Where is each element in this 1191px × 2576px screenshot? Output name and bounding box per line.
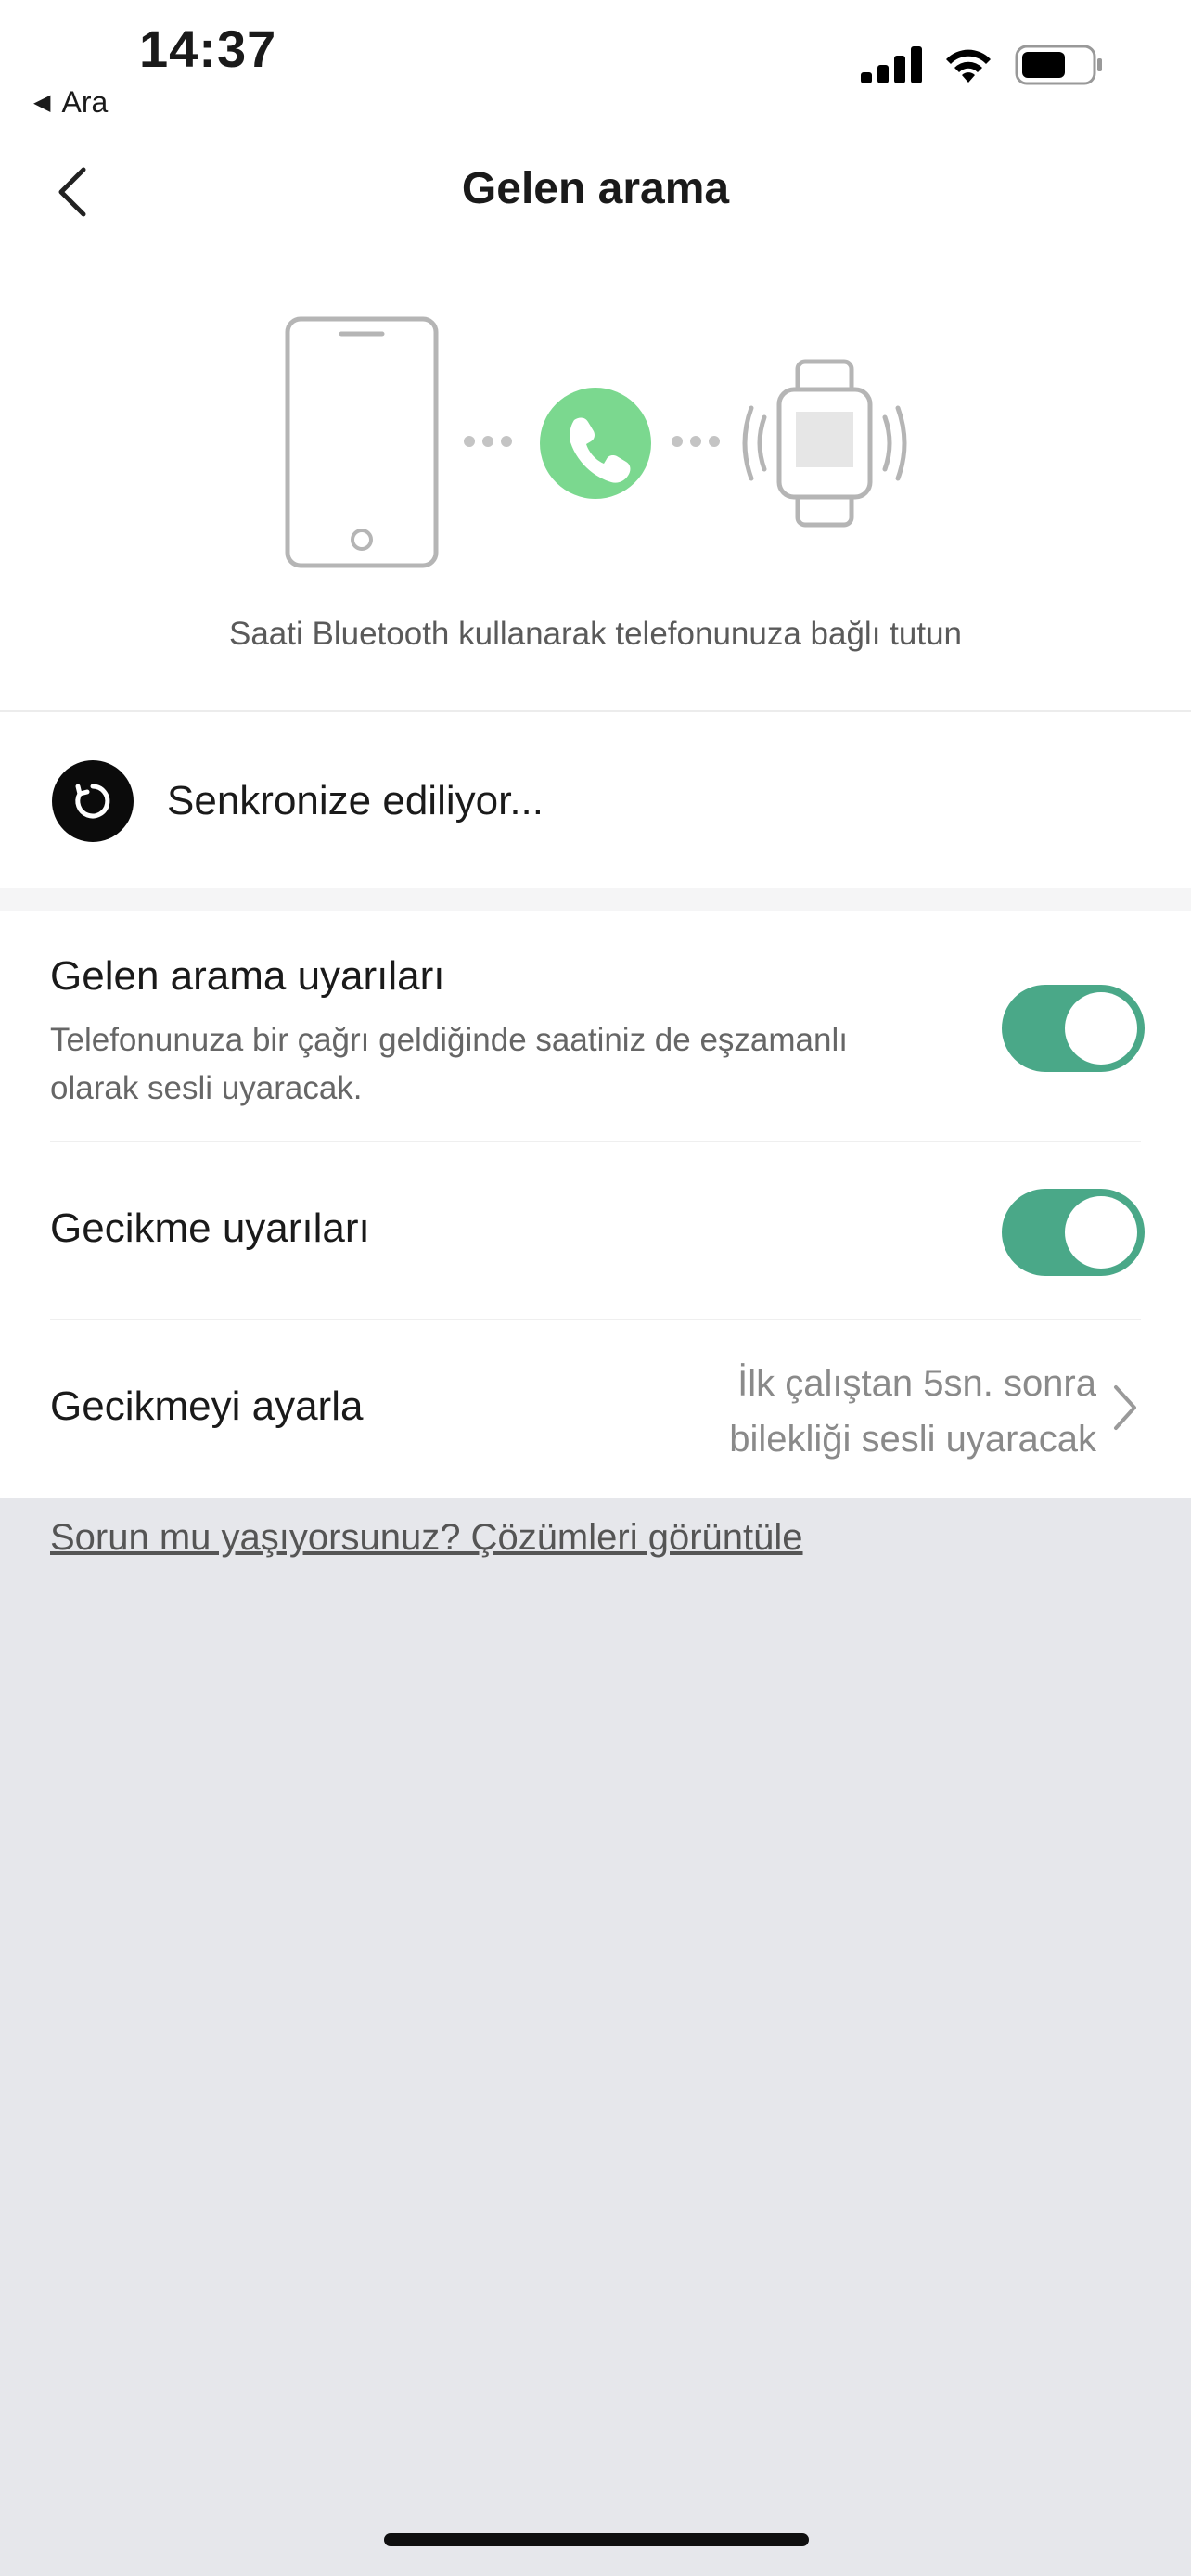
section-separator — [0, 888, 1191, 911]
home-indicator — [384, 2533, 809, 2546]
toggle-knob — [1065, 1196, 1137, 1269]
status-back-to-app[interactable]: ◀ Ara — [33, 85, 108, 120]
status-back-label: Ara — [61, 85, 109, 119]
sync-label: Senkronize ediliyor... — [167, 778, 544, 823]
dots-left-icon — [464, 436, 512, 447]
divider — [50, 1141, 1141, 1142]
wifi-icon — [946, 49, 991, 83]
delay-alerts-title: Gecikme uyarıları — [50, 1205, 370, 1251]
page-title: Gelen arama — [461, 164, 730, 213]
set-delay-value-line2: bilekliği sesli uyaracak — [729, 1419, 1096, 1460]
back-triangle-icon: ◀ — [33, 90, 51, 115]
signal-icon — [861, 46, 922, 83]
set-delay-value: İlk çalıştan 5sn. sonra bilekliği sesli … — [577, 1356, 1096, 1467]
set-delay-value-line1: İlk çalıştan 5sn. sonra — [737, 1363, 1096, 1404]
connection-illustration — [285, 316, 907, 568]
sync-status-row: Senkronize ediliyor... — [52, 760, 544, 842]
chevron-right-icon — [1114, 1385, 1136, 1430]
help-solutions-link[interactable]: Sorun mu yaşıyorsunuz? Çözümleri görüntü… — [50, 1517, 803, 1559]
status-icons — [861, 45, 1104, 85]
content-panel — [0, 0, 1191, 1498]
toggle-knob — [1065, 992, 1137, 1065]
watch-vibrate-icon — [742, 359, 907, 528]
delay-alerts-toggle[interactable] — [1002, 1189, 1145, 1276]
set-delay-title: Gecikmeyi ayarla — [50, 1384, 364, 1429]
illustration-caption: Saati Bluetooth kullanarak telefonunuza … — [228, 616, 962, 652]
phone-outline-icon — [285, 316, 439, 568]
status-time: 14:37 — [139, 19, 277, 78]
dots-right-icon — [672, 436, 720, 447]
battery-icon — [1015, 45, 1102, 85]
sync-icon — [52, 760, 134, 842]
incoming-alerts-toggle[interactable] — [1002, 985, 1145, 1072]
incoming-alerts-title: Gelen arama uyarıları — [50, 953, 445, 999]
divider — [0, 710, 1191, 712]
call-icon — [540, 388, 651, 499]
incoming-alerts-description: Telefonunuza bir çağrı geldiğinde saatin… — [50, 1022, 848, 1106]
